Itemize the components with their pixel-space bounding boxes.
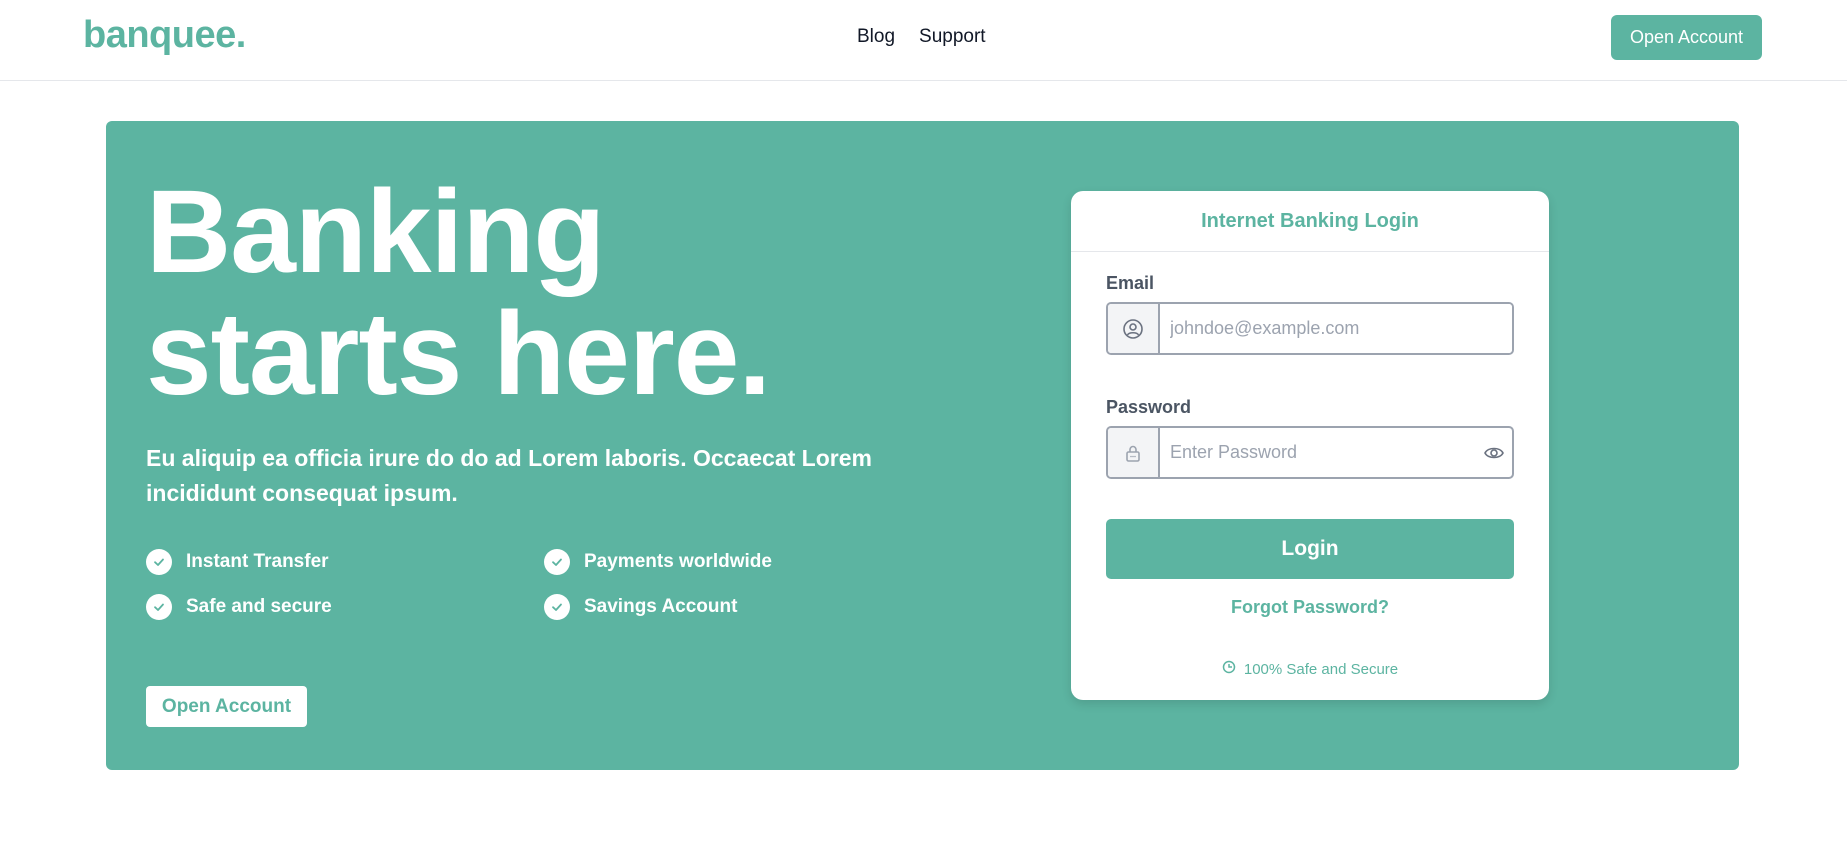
hero-title-line-2: starts here.	[146, 288, 771, 420]
password-label: Password	[1106, 397, 1192, 417]
feature-item: Savings Account	[544, 594, 844, 620]
brand-logo[interactable]: banquee.	[83, 14, 246, 57]
check-icon	[544, 549, 570, 575]
email-input[interactable]	[1160, 304, 1512, 353]
check-icon	[146, 594, 172, 620]
feature-list: Instant Transfer Payments worldwide Safe…	[146, 549, 846, 620]
login-card-title: Internet Banking Login	[1071, 191, 1549, 252]
feature-label: Payments worldwide	[584, 551, 772, 572]
nav-link-blog[interactable]: Blog	[857, 26, 895, 48]
password-input-group	[1106, 426, 1514, 479]
open-account-button[interactable]: Open Account	[1611, 15, 1762, 60]
email-label: Email	[1106, 273, 1155, 293]
feature-label: Safe and secure	[186, 596, 332, 617]
feature-label: Instant Transfer	[186, 551, 329, 572]
hero-subtitle: Eu aliquip ea officia irure do do ad Lor…	[146, 445, 872, 506]
safe-note-text: 100% Safe and Secure	[1243, 660, 1399, 678]
eye-icon[interactable]	[1476, 428, 1512, 477]
nav-links: Blog Support	[857, 26, 986, 48]
hero-title: Banking starts here.	[146, 166, 771, 420]
nav-link-support[interactable]: Support	[919, 26, 986, 48]
feature-label: Savings Account	[584, 596, 738, 617]
shield-icon	[1222, 660, 1236, 678]
login-button[interactable]: Login	[1106, 519, 1514, 579]
email-input-group	[1106, 302, 1514, 355]
hero-title-line-1: Banking	[146, 166, 606, 298]
login-card: Internet Banking Login Email Password Lo…	[1071, 191, 1549, 700]
top-navbar: banquee. Blog Support Open Account	[0, 0, 1847, 81]
user-circle-icon	[1108, 304, 1160, 353]
hero-banner: Banking starts here. Eu aliquip ea offic…	[106, 121, 1739, 770]
password-input[interactable]	[1160, 428, 1476, 477]
feature-item: Instant Transfer	[146, 549, 544, 575]
feature-item: Safe and secure	[146, 594, 544, 620]
forgot-password-link[interactable]: Forgot Password?	[1071, 597, 1549, 618]
check-icon	[544, 594, 570, 620]
lock-icon	[1108, 428, 1160, 477]
hero-open-account-button[interactable]: Open Account	[146, 686, 307, 727]
check-icon	[146, 549, 172, 575]
safe-note: 100% Safe and Secure	[1071, 660, 1549, 678]
feature-item: Payments worldwide	[544, 549, 844, 575]
